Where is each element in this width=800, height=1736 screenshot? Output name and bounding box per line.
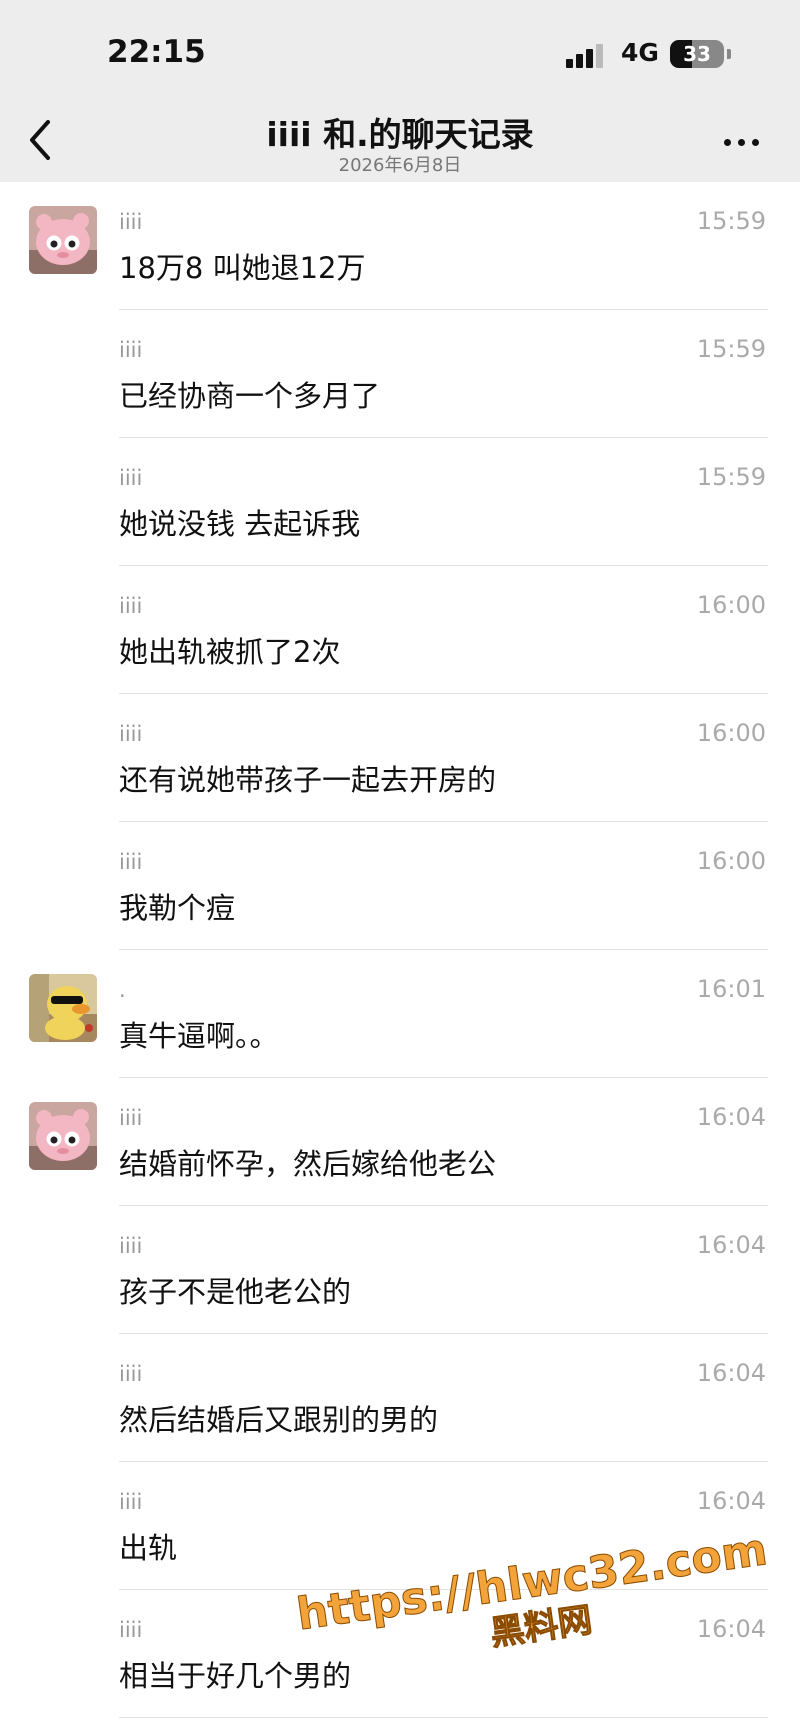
message-sender: iiii <box>119 850 143 874</box>
more-button[interactable] <box>720 132 764 152</box>
message-time: 16:00 <box>696 719 766 747</box>
message-item[interactable]: iiii 15:59 已经协商一个多月了 <box>0 310 800 438</box>
nav-bar: iiii 和.的聊天记录 2026年6月8日 <box>0 100 800 182</box>
message-text: 出轨 <box>119 1531 178 1565</box>
message-sender: . <box>119 978 126 1002</box>
message-time: 16:04 <box>696 1103 766 1131</box>
message-sender: iiii <box>119 1234 143 1258</box>
message-item[interactable]: iiii 15:59 她说没钱 去起诉我 <box>0 438 800 566</box>
message-sender: iiii <box>119 1106 143 1130</box>
message-time: 16:04 <box>696 1231 766 1259</box>
message-list: iiii 15:59 18万8 叫她退12万 iiii 15:59 已经协商一个多月了 ii… <box>0 182 800 1718</box>
message-sender: iiii <box>119 1618 143 1642</box>
status-time: 22:15 <box>107 34 206 70</box>
avatar[interactable] <box>29 974 97 1042</box>
message-time: 16:01 <box>696 975 766 1003</box>
battery-icon: 33 <box>670 40 724 68</box>
message-text: 真牛逼啊。。 <box>119 1019 279 1053</box>
message-text: 还有说她带孩子一起去开房的 <box>119 763 497 797</box>
message-sender: iiii <box>119 210 143 234</box>
battery-level: 33 <box>683 42 711 66</box>
message-item[interactable]: iiii 16:00 还有说她带孩子一起去开房的 <box>0 694 800 822</box>
message-item[interactable]: iiii 16:04 结婚前怀孕，然后嫁给他老公 <box>0 1078 800 1206</box>
message-item[interactable]: . 16:01 真牛逼啊。。 <box>0 950 800 1078</box>
message-text: 18万8 叫她退12万 <box>119 251 366 285</box>
message-sender: iiii <box>119 722 143 746</box>
avatar[interactable] <box>29 1102 97 1170</box>
message-item[interactable]: iiii 16:04 然后结婚后又跟别的男的 <box>0 1334 800 1462</box>
message-time: 16:04 <box>696 1487 766 1515</box>
message-time: 16:00 <box>696 591 766 619</box>
message-text: 她出轨被抓了2次 <box>119 635 341 669</box>
message-text: 已经协商一个多月了 <box>119 379 381 413</box>
message-sender: iiii <box>119 1490 143 1514</box>
message-sender: iiii <box>119 466 143 490</box>
page-subtitle: 2026年6月8日 <box>338 155 462 176</box>
message-time: 16:00 <box>696 847 766 875</box>
message-text: 然后结婚后又跟别的男的 <box>119 1403 439 1437</box>
message-time: 16:04 <box>696 1359 766 1387</box>
message-sender: iiii <box>119 1362 143 1386</box>
battery-cap <box>727 49 731 59</box>
network-type: 4G <box>621 38 659 67</box>
status-bar: 22:15 4G 33 <box>0 0 800 100</box>
message-text: 她说没钱 去起诉我 <box>119 507 361 541</box>
message-time: 15:59 <box>696 207 766 235</box>
message-item[interactable]: iiii 16:00 我勒个痘 <box>0 822 800 950</box>
signal-strength-icon <box>566 42 610 68</box>
message-text: 孩子不是他老公的 <box>119 1275 352 1309</box>
message-time: 15:59 <box>696 335 766 363</box>
message-time: 15:59 <box>696 463 766 491</box>
page-title: iiii 和.的聊天记录 <box>266 115 534 154</box>
message-sender: iiii <box>119 338 143 362</box>
message-sender: iiii <box>119 594 143 618</box>
message-item[interactable]: iiii 15:59 18万8 叫她退12万 <box>0 182 800 310</box>
message-item[interactable]: iiii 16:00 她出轨被抓了2次 <box>0 566 800 694</box>
message-text: 结婚前怀孕，然后嫁给他老公 <box>119 1147 497 1181</box>
message-text: 我勒个痘 <box>119 891 236 925</box>
message-divider <box>119 1717 768 1718</box>
message-item[interactable]: iiii 16:04 孩子不是他老公的 <box>0 1206 800 1334</box>
avatar[interactable] <box>29 206 97 274</box>
